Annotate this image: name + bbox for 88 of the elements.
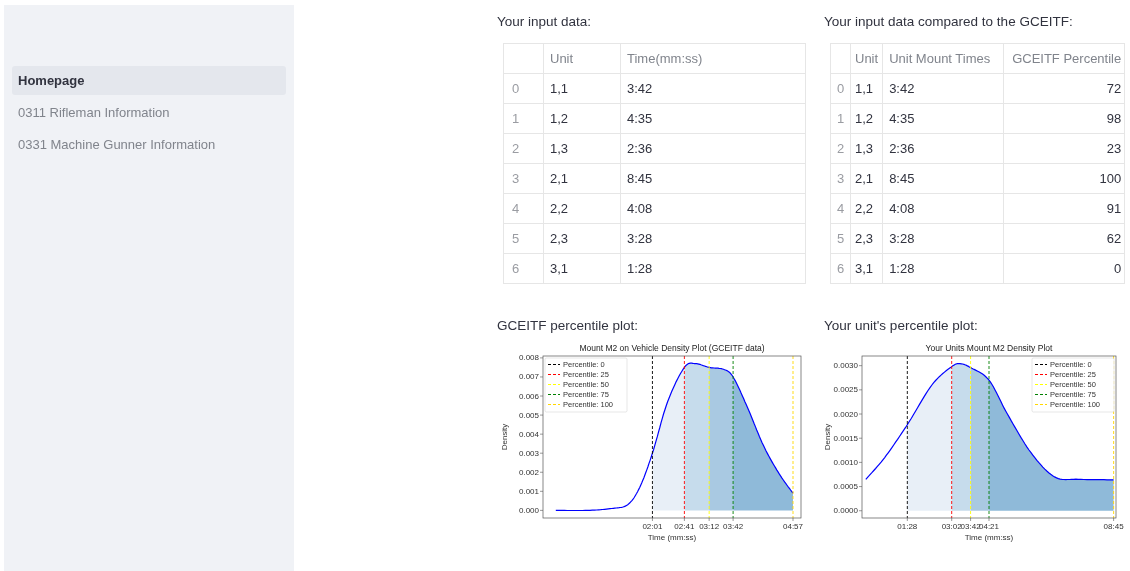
table-cell: 3:28 [882,223,1004,254]
tick-label: 03:12 [699,522,720,531]
table-cell: 0 [1003,253,1125,284]
tick-label: 0.007 [518,372,539,382]
table-cell: 1,1 [543,73,621,104]
row-index: 2 [503,133,544,164]
row-index: 1 [830,103,851,134]
tick-label: 08:45 [1103,522,1124,531]
chart-title: Your Units Mount M2 Density Plot [925,343,1053,353]
tick-label: 0.0020 [833,409,858,419]
axis-label: Time (mm:ss) [964,533,1014,542]
table-cell: 8:45 [620,163,806,194]
table-cell: 2,2 [543,193,621,224]
table-cell: 1:28 [882,253,1004,284]
column-header: Time(mm:ss) [620,43,806,74]
axis-label: Density [824,423,832,451]
table-cell: 4:08 [882,193,1004,224]
tick-label: 0.004 [518,429,539,439]
tick-label: 0.0030 [833,361,858,371]
row-index: 4 [503,193,544,224]
table-cell: 2,2 [850,193,883,224]
row-index: 2 [830,133,851,164]
table-cell: 1,3 [543,133,621,164]
tick-label: 04:57 [783,522,804,531]
table-cell: 2:36 [882,133,1004,164]
table-cell: 4:35 [620,103,806,134]
row-index: 0 [830,73,851,104]
table-cell: 23 [1003,133,1125,164]
tick-label: 02:01 [642,522,663,531]
tick-label: 0.0000 [833,506,858,516]
row-index: 3 [830,163,851,194]
table-cell: 4:08 [620,193,806,224]
table-cell: 4:35 [882,103,1004,134]
row-index: 5 [503,223,544,254]
tick-label: 0.002 [518,467,539,477]
column-header: Unit [543,43,621,74]
tick-label: 0.001 [518,486,539,496]
section-heading: Your unit's percentile plot: [824,318,979,333]
table-cell: 3,1 [543,253,621,284]
row-index: 0 [503,73,544,104]
tick-label: 02:41 [674,522,695,531]
table-cell: 8:45 [882,163,1004,194]
table-cell: 2:36 [620,133,806,164]
table-cell: 91 [1003,193,1125,224]
table-cell: 1,1 [850,73,883,104]
tick-label: 0.008 [518,353,539,363]
axis-label: Density [501,423,509,451]
row-index: 6 [503,253,544,284]
tick-label: 0.0015 [833,433,858,443]
column-header: Unit Mount Times [882,43,1004,74]
table-cell: 2,3 [850,223,883,254]
table-cell: 62 [1003,223,1125,254]
table-cell: 3,1 [850,253,883,284]
column-header: Unit [850,43,883,74]
table-cell: 1,2 [543,103,621,134]
tick-label: 0.003 [518,448,539,458]
section-heading: Your input data compared to the GCEITF: [824,14,1074,29]
table-cell: 100 [1003,163,1125,194]
row-index: 5 [830,223,851,254]
axis-label: Time (mm:ss) [647,533,697,542]
tick-label: 0.0005 [833,482,858,492]
tick-label: 0.005 [518,410,539,420]
table-cell: 2,3 [543,223,621,254]
tick-label: 0.0025 [833,385,858,395]
tick-label: 0.006 [518,391,539,401]
table-cell: 2,1 [850,163,883,194]
row-index: 4 [830,193,851,224]
tick-label: 0.000 [518,505,539,515]
tick-label: 01:28 [897,522,918,531]
table-cell: 1,3 [850,133,883,164]
row-index: 3 [503,163,544,194]
column-header: GCEITF Percentile [1003,43,1125,74]
row-index: 6 [830,253,851,284]
table-cell: 72 [1003,73,1125,104]
table-cell: 3:42 [882,73,1004,104]
section-heading: Your input data: [497,14,593,29]
table-cell: 2,1 [543,163,621,194]
table-cell: 3:28 [620,223,806,254]
table-cell: 98 [1003,103,1125,134]
table-cell: 3:42 [620,73,806,104]
table-cell: 1,2 [850,103,883,134]
chart-title: Mount M2 on Vehicle Density Plot (GCEITF data) [579,343,765,353]
tick-label: 04:21 [979,522,999,531]
section-heading: GCEITF percentile plot: [497,318,640,333]
row-index: 1 [503,103,544,134]
tick-label: 03:42 [723,522,744,531]
tick-label: 0.0010 [833,457,858,467]
table-cell: 1:28 [620,253,806,284]
